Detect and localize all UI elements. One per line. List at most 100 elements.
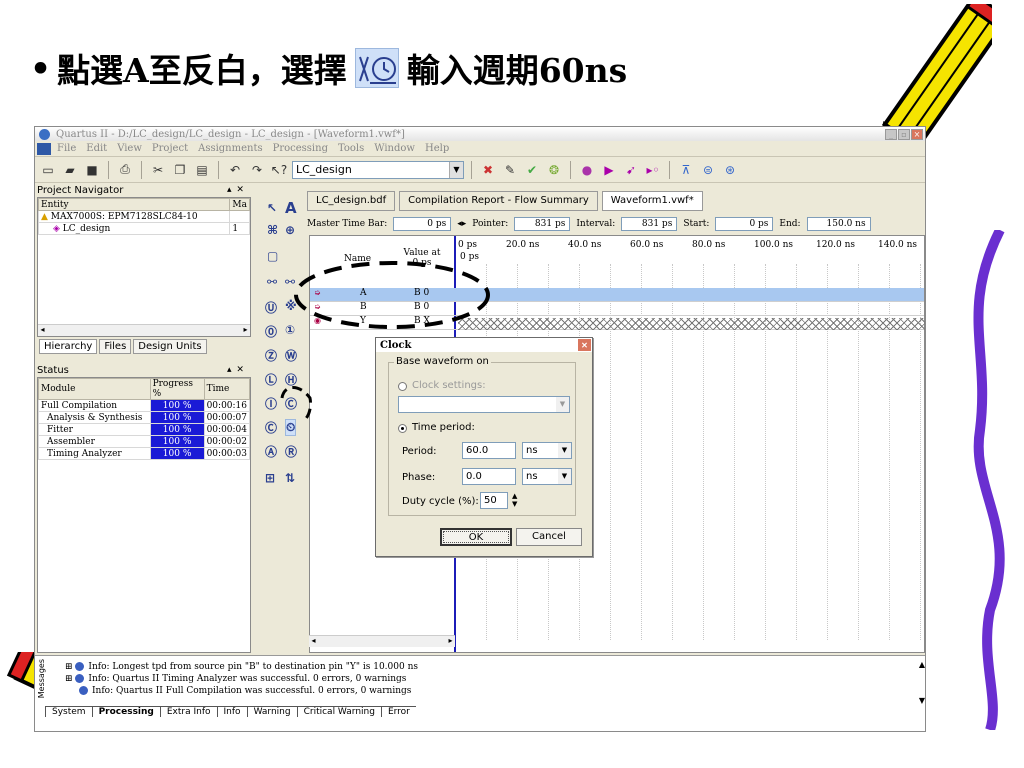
paste-icon[interactable]: ▤	[193, 161, 211, 179]
signal-row-a[interactable]: ➭ A B 0	[310, 288, 924, 302]
find-icon[interactable]: ⚯	[267, 275, 277, 289]
tab-hierarchy[interactable]: Hierarchy	[39, 339, 98, 354]
navigator-hscroll[interactable]: ◂ ▸	[38, 324, 250, 336]
message-line[interactable]: ⊞ Info: Longest tpd from source pin "B" …	[65, 662, 418, 672]
compile-report-icon[interactable]: ⊜	[699, 161, 717, 179]
minimize-button[interactable]: _	[885, 128, 897, 140]
col-entity[interactable]: Entity	[37, 198, 231, 211]
weak-high-icon[interactable]: Ⓗ	[285, 371, 297, 388]
menu-edit[interactable]: Edit	[86, 143, 107, 154]
tab-critical-warning[interactable]: Critical Warning	[296, 706, 381, 717]
ok-button[interactable]: OK	[440, 528, 512, 546]
sort-icon[interactable]: ⇅	[285, 471, 295, 485]
clock-settings-radio[interactable]	[398, 382, 407, 391]
menu-help[interactable]: Help	[425, 143, 449, 154]
menu-tools[interactable]: Tools	[338, 143, 364, 154]
period-unit-select[interactable]: ns ▼	[522, 442, 572, 459]
expand-icon[interactable]: ⊞	[65, 662, 73, 672]
report-icon[interactable]: ⊼	[677, 161, 695, 179]
programmer-icon[interactable]: ⊛	[721, 161, 739, 179]
pencil-icon[interactable]: ✎	[501, 161, 519, 179]
settings-icon[interactable]: ✖	[479, 161, 497, 179]
waveform-edit-icon[interactable]: ⌘	[267, 223, 278, 237]
tab-waveform[interactable]: Waveform1.vwf*	[601, 191, 703, 211]
col-module[interactable]: Module	[38, 378, 151, 400]
tab-extra-info[interactable]: Extra Info	[159, 706, 217, 717]
col-macro[interactable]: Ma	[229, 198, 250, 211]
snap-to-grid-icon[interactable]: ⊞	[265, 471, 275, 485]
signal-row-b[interactable]: ➭ B B 0	[310, 302, 924, 316]
status-pin-close[interactable]: ▴ ✕	[227, 365, 245, 375]
status-row[interactable]: Fitter 100 % 00:00:04	[38, 423, 251, 436]
start-field[interactable]: 0 ps	[715, 217, 774, 231]
duty-cycle-input[interactable]: 50	[480, 492, 508, 509]
tab-system[interactable]: System	[45, 706, 92, 717]
restore-button[interactable]: ▫	[898, 128, 910, 140]
arbitrary-value-icon[interactable]: Ⓐ	[265, 443, 277, 460]
unknown-icon[interactable]: ※	[285, 299, 297, 313]
menu-assignments[interactable]: Assignments	[198, 143, 263, 154]
status-row[interactable]: Timing Analyzer 100 % 00:00:03	[38, 447, 251, 460]
menu-window[interactable]: Window	[374, 143, 415, 154]
text-tool-icon[interactable]: A	[285, 199, 297, 217]
uninitialized-icon[interactable]: Ⓤ	[265, 299, 277, 316]
messages-scroll-up[interactable]: ▲	[919, 660, 925, 669]
menu-processing[interactable]: Processing	[273, 143, 328, 154]
phase-unit-select[interactable]: ns ▼	[522, 468, 572, 485]
menu-project[interactable]: Project	[152, 143, 188, 154]
project-combo[interactable]: LC_design ▼	[292, 160, 464, 179]
tab-warning[interactable]: Warning	[246, 706, 297, 717]
analysis-icon[interactable]: ➹	[622, 161, 640, 179]
save-icon[interactable]: ■	[83, 161, 101, 179]
tab-processing[interactable]: Processing	[91, 706, 160, 717]
forcing-high-icon[interactable]: ①	[285, 323, 295, 337]
period-input[interactable]: 60.0	[462, 442, 516, 459]
new-file-icon[interactable]: ▭	[39, 161, 57, 179]
col-time[interactable]: Time	[203, 378, 251, 400]
end-field[interactable]: 150.0 ns	[806, 217, 871, 231]
status-row[interactable]: Full Compilation 100 % 00:00:16	[38, 399, 251, 412]
replace-icon[interactable]: ⚯	[285, 275, 295, 289]
check-icon[interactable]: ✔	[523, 161, 541, 179]
copy-icon[interactable]: ❐	[171, 161, 189, 179]
help-pointer-icon[interactable]: ↖?	[270, 161, 288, 179]
duty-cycle-spinner[interactable]: ▲ ▼	[512, 492, 517, 508]
count-value-icon[interactable]: Ⓒ	[285, 395, 297, 412]
stop-icon[interactable]: ●	[578, 161, 596, 179]
zoom-icon[interactable]: ⊕	[285, 223, 295, 237]
redo-icon[interactable]: ↷	[248, 161, 266, 179]
tab-compilation-report[interactable]: Compilation Report - Flow Summary	[399, 191, 598, 211]
app-menu-icon[interactable]	[37, 142, 51, 155]
phase-input[interactable]: 0.0	[462, 468, 516, 485]
weak-unknown-icon[interactable]: Ⓦ	[285, 347, 297, 364]
chevron-down-icon[interactable]: ▼	[558, 469, 571, 484]
cut-icon[interactable]: ✂	[149, 161, 167, 179]
time-period-radio[interactable]	[398, 424, 407, 433]
random-values-icon[interactable]: Ⓡ	[285, 443, 297, 460]
tab-lc-design-bdf[interactable]: LC_design.bdf	[307, 191, 396, 211]
print-icon[interactable]: ⎙	[116, 161, 134, 179]
expand-icon[interactable]: ⊞	[65, 674, 73, 684]
weak-low-icon[interactable]: Ⓛ	[265, 371, 277, 388]
status-row[interactable]: Analysis & Synthesis 100 % 00:00:07	[38, 411, 251, 424]
close-button[interactable]: ×	[911, 128, 923, 140]
dialog-close-button[interactable]: ✕	[578, 339, 591, 351]
open-folder-icon[interactable]: ▰	[61, 161, 79, 179]
pointer-nav-icon[interactable]: ◂▸	[457, 219, 466, 229]
timing-icon[interactable]: ▸◦	[644, 161, 662, 179]
tab-error[interactable]: Error	[380, 706, 416, 717]
entity-row[interactable]: ◈ LC_design 1	[37, 222, 250, 235]
tab-design-units[interactable]: Design Units	[133, 339, 207, 354]
overwrite-clock-icon[interactable]: ⏲	[285, 419, 297, 436]
start-compilation-icon[interactable]: ▶	[600, 161, 618, 179]
name-column-scrollbar[interactable]: ◂ ▸	[309, 635, 455, 647]
col-progress[interactable]: Progress %	[149, 378, 205, 400]
messages-scroll-down[interactable]: ▼	[919, 696, 925, 705]
tab-info[interactable]: Info	[216, 706, 247, 717]
tab-files[interactable]: Files	[99, 339, 132, 354]
count-icon[interactable]: Ⓒ	[265, 419, 277, 436]
message-line[interactable]: ⊞ Info: Quartus II Timing Analyzer was s…	[65, 674, 406, 684]
menu-file[interactable]: File	[57, 143, 76, 154]
select-pointer-icon[interactable]: ↖	[267, 201, 277, 215]
message-line[interactable]: Info: Quartus II Full Compilation was su…	[79, 686, 411, 696]
